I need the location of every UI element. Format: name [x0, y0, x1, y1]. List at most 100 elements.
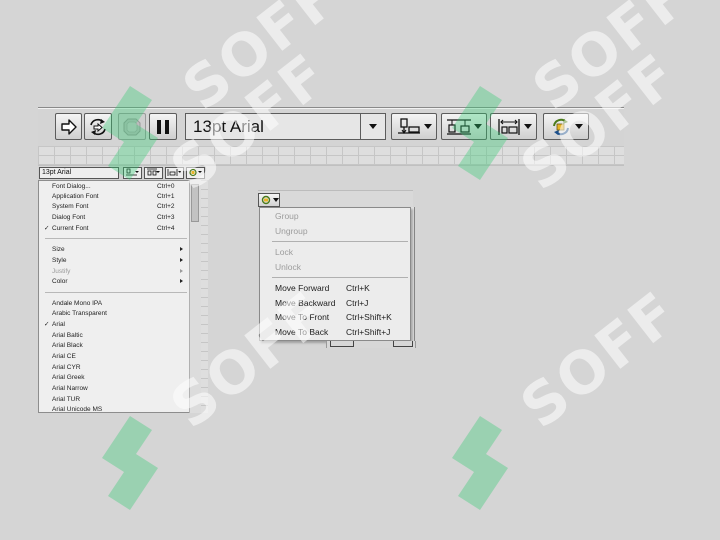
- menu-item-group: Group: [260, 209, 410, 224]
- distribute-objects-icon: [147, 168, 160, 176]
- submenu-arrow-icon: [180, 269, 183, 273]
- menu-item-shortcut: Ctrl+4: [157, 225, 175, 232]
- reorder-icon: [261, 195, 270, 205]
- font-list-item[interactable]: Arabic Transparent: [39, 308, 189, 319]
- resize-objects-button[interactable]: [490, 113, 537, 140]
- diagram-object: [393, 341, 413, 347]
- menu-separator: [45, 238, 187, 239]
- watermark-text: SOFF: [520, 0, 703, 124]
- menu-item-ungroup: Ungroup: [260, 224, 410, 239]
- mini-resize-objects-button[interactable]: [165, 167, 184, 179]
- reorder-button[interactable]: [543, 113, 589, 140]
- chevron-down-icon: [424, 124, 432, 129]
- menu-item-label: Move To Front: [275, 312, 330, 322]
- menu-item-lock: Lock: [260, 245, 410, 260]
- watermark: SOFF: [446, 278, 690, 533]
- menu-item-move-to-front[interactable]: Move To Front Ctrl+Shift+K: [260, 310, 410, 325]
- font-name: Arial CE: [52, 353, 76, 360]
- submenu-arrow-icon: [180, 247, 183, 251]
- text-settings-select[interactable]: 13pt Arial: [185, 113, 386, 140]
- mini-align-objects-button[interactable]: [123, 167, 142, 179]
- font-list-item[interactable]: Arial CE: [39, 351, 189, 362]
- menu-item-style[interactable]: Style: [39, 255, 189, 266]
- watermark-logo-icon: [102, 416, 158, 510]
- menu-item-label: Current Font: [52, 225, 89, 232]
- watermark-text: SOFF: [508, 278, 691, 442]
- abort-execution-button[interactable]: [118, 113, 146, 140]
- menu-item-size[interactable]: Size: [39, 244, 189, 255]
- reorder-icon: [189, 168, 202, 177]
- mini-distribute-objects-button[interactable]: [144, 167, 163, 179]
- text-settings-dropdown-button[interactable]: [360, 114, 385, 139]
- align-objects-icon: [398, 117, 420, 134]
- font-menu-scrollbar[interactable]: [189, 180, 201, 413]
- font-name: Arial: [52, 321, 66, 328]
- chevron-down-icon: [272, 198, 279, 202]
- font-list-item[interactable]: Arial Greek: [39, 372, 189, 383]
- text-settings-menu: Font Dialog... Ctrl+0 Application Font C…: [38, 180, 201, 413]
- menu-separator: [45, 292, 187, 293]
- pause-icon: [157, 119, 169, 134]
- menu-item-unlock: Unlock: [260, 260, 410, 275]
- menu-item-system-font[interactable]: System Font Ctrl+2: [39, 201, 189, 212]
- resize-objects-icon: [167, 169, 181, 176]
- menu-item-shortcut: Ctrl+2: [157, 203, 175, 210]
- text-settings-value: 13pt Arial: [193, 117, 264, 136]
- menu-separator: [272, 241, 408, 242]
- menu-item-label: Dialog Font: [52, 214, 86, 221]
- menu-item-shortcut: Ctrl+3: [157, 214, 175, 221]
- align-objects-icon: [126, 168, 139, 176]
- run-button[interactable]: [55, 113, 82, 140]
- menu-item-label: Move To Back: [275, 327, 329, 337]
- menu-item-move-backward[interactable]: Move Backward Ctrl+J: [260, 296, 410, 311]
- underlying-diagram-objects: [326, 341, 416, 348]
- menu-separator: [272, 277, 408, 278]
- font-name: Arial Narrow: [52, 385, 88, 392]
- menu-item-move-forward[interactable]: Move Forward Ctrl+K: [260, 281, 410, 296]
- distribute-objects-icon: [447, 118, 471, 135]
- menu-item-label: Size: [52, 246, 65, 253]
- font-list-item[interactable]: Arial Black: [39, 340, 189, 351]
- menu-item-move-to-back[interactable]: Move To Back Ctrl+Shift+J: [260, 325, 410, 340]
- block-diagram-grid-strip: [38, 146, 624, 166]
- menu-item-shortcut: Ctrl+Shift+J: [346, 327, 391, 337]
- mini-toolbar: 13pt Arial: [38, 167, 206, 180]
- chevron-down-icon: [523, 124, 532, 129]
- font-list-item[interactable]: Arial Unicode MS: [39, 404, 189, 413]
- menu-item-label: Group: [275, 211, 299, 221]
- font-name: Arial Greek: [52, 374, 85, 381]
- grid-strip: [201, 180, 208, 413]
- menu-item-dialog-font[interactable]: Dialog Font Ctrl+3: [39, 212, 189, 223]
- watermark-logo-icon: [452, 416, 508, 510]
- submenu-arrow-icon: [180, 279, 183, 283]
- menu-item-label: Unlock: [275, 262, 301, 272]
- checkmark-icon: ✓: [44, 321, 50, 328]
- font-list-item-selected[interactable]: ✓ Arial: [39, 319, 189, 330]
- font-name: Arabic Transparent: [52, 310, 107, 317]
- run-continuously-button[interactable]: [84, 113, 112, 140]
- menu-item-shortcut: Ctrl+K: [346, 283, 370, 293]
- run-arrow-icon: [60, 118, 77, 135]
- scrollbar-thumb[interactable]: [191, 184, 199, 222]
- menu-item-shortcut: Ctrl+J: [346, 298, 369, 308]
- menu-item-current-font[interactable]: ✓ Current Font Ctrl+4: [39, 223, 189, 234]
- diagram-object: [330, 341, 354, 347]
- submenu-arrow-icon: [180, 258, 183, 262]
- reorder-dropdown-button[interactable]: [258, 193, 280, 207]
- reorder-menu: Group Ungroup Lock Unlock Move Forward C…: [259, 207, 411, 341]
- chevron-down-icon: [575, 124, 583, 129]
- menu-item-label: Ungroup: [275, 226, 308, 236]
- mini-text-settings-select[interactable]: 13pt Arial: [39, 167, 119, 179]
- font-list-item[interactable]: Arial Narrow: [39, 383, 189, 394]
- menu-item-label: Color: [52, 278, 68, 285]
- menu-item-label: Lock: [275, 247, 293, 257]
- mini-reorder-button[interactable]: [186, 167, 205, 179]
- distribute-objects-button[interactable]: [441, 113, 487, 140]
- menu-item-color[interactable]: Color: [39, 276, 189, 287]
- watermark-text: SOFF: [170, 0, 353, 124]
- menu-item-label: Style: [52, 257, 67, 264]
- pause-button[interactable]: [149, 113, 177, 140]
- align-objects-button[interactable]: [391, 113, 437, 140]
- font-name: Arial Unicode MS: [52, 406, 103, 413]
- reorder-icon: [553, 118, 569, 135]
